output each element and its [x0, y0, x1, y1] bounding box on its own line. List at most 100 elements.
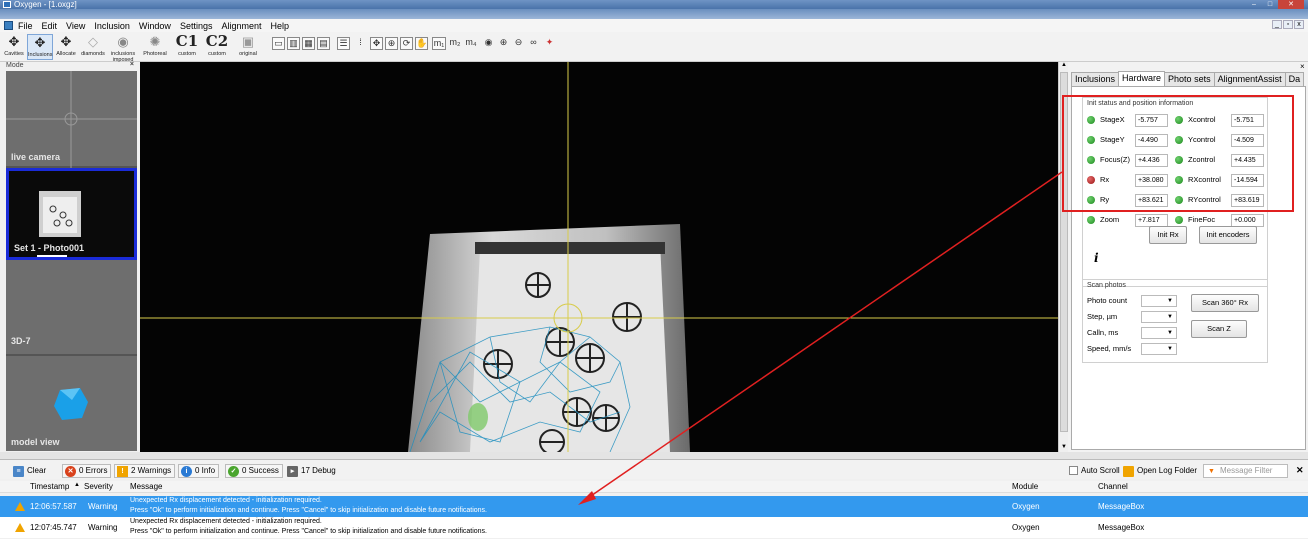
mode-item-photo[interactable]: Set 1 - Photo001: [6, 168, 137, 260]
view-list-icon[interactable]: ☰: [337, 37, 350, 50]
photo-count-select[interactable]: ▼: [1141, 295, 1177, 307]
calln-select[interactable]: ▼: [1141, 327, 1177, 339]
init-rx-button[interactable]: Init Rx: [1149, 226, 1187, 244]
menu-edit[interactable]: Edit: [42, 21, 58, 31]
scan-360-rx-button[interactable]: Scan 360° Rx: [1191, 294, 1259, 312]
scroll-down-icon[interactable]: ▼: [1060, 444, 1068, 452]
warnings-filter-button[interactable]: ! 2 Warnings: [114, 464, 176, 478]
errors-label: 0 Errors: [79, 466, 108, 475]
sort-icon: ▲: [74, 482, 80, 488]
step-select[interactable]: ▼: [1141, 311, 1177, 323]
c1-button[interactable]: C1 custom: [173, 34, 201, 60]
clear-button[interactable]: ≡ Clear: [10, 464, 50, 478]
right-panel-close-icon[interactable]: ×: [1300, 62, 1305, 71]
photo-count-label: Photo count: [1087, 296, 1128, 305]
close-button[interactable]: ✕: [1278, 0, 1304, 9]
log-channel: MessageBox: [1098, 502, 1145, 511]
window-title: Oxygen - [1.oxgz]: [14, 0, 77, 9]
move-icon[interactable]: ✥: [370, 37, 383, 50]
filter-icon: ▼: [1208, 468, 1215, 475]
success-filter-button[interactable]: ✓ 0 Success: [225, 464, 283, 478]
c2-button[interactable]: C2 custom: [203, 34, 231, 60]
cavities-button[interactable]: ✥ Cavities: [2, 34, 26, 60]
tab-photo-sets[interactable]: Photo sets: [1164, 72, 1215, 86]
menu-inclusion[interactable]: Inclusion: [94, 21, 130, 31]
mode-item-label: model view: [11, 437, 60, 447]
maximize-button[interactable]: □: [1262, 0, 1278, 9]
pin-icon[interactable]: ✦: [543, 37, 556, 50]
open-log-folder-button[interactable]: Open Log Folder: [1120, 464, 1201, 478]
scroll-up-icon[interactable]: ▲: [1060, 62, 1068, 70]
menu-settings[interactable]: Settings: [180, 21, 213, 31]
photoreal-icon: ✺: [149, 34, 161, 49]
marker-m1-icon[interactable]: m₁: [432, 37, 446, 50]
zoom-in-icon[interactable]: ⊕: [497, 37, 510, 50]
info-filter-button[interactable]: i0 Info: [178, 464, 220, 478]
success-icon: ✓: [228, 466, 239, 477]
warning-icon: [15, 523, 25, 532]
checkbox-icon: [1069, 466, 1078, 475]
scan-photos-group: Scan photos Photo count ▼ Step, µm ▼ Cal…: [1082, 279, 1268, 363]
menu-window[interactable]: Window: [139, 21, 171, 31]
mode-item-model-view[interactable]: model view: [6, 356, 137, 451]
eye-icon[interactable]: ◉: [482, 37, 495, 50]
doc-restore-button[interactable]: ▫: [1283, 20, 1293, 29]
col-timestamp[interactable]: Timestamp: [30, 482, 69, 491]
menu-file[interactable]: File: [18, 21, 33, 31]
zoom-out-icon[interactable]: ⊖: [512, 37, 525, 50]
log-row[interactable]: 12:06:57.587 Warning Unexpected Rx displ…: [0, 496, 1308, 517]
allocate-button[interactable]: ✥ Allocate: [54, 34, 78, 60]
menu-help[interactable]: Help: [271, 21, 290, 31]
col-severity[interactable]: Severity: [84, 482, 113, 491]
col-channel[interactable]: Channel: [1098, 482, 1128, 491]
speed-select[interactable]: ▼: [1141, 343, 1177, 355]
allocate-label: Allocate: [56, 51, 76, 57]
tab-hardware[interactable]: Hardware: [1118, 71, 1166, 86]
tab-inclusions[interactable]: Inclusions: [1071, 72, 1120, 86]
col-module[interactable]: Module: [1012, 482, 1038, 491]
success-label: 0 Success: [242, 466, 279, 475]
tab-alignment-assist[interactable]: AlignmentAssist: [1213, 72, 1286, 86]
crosshair-icon[interactable]: ⊕: [385, 37, 398, 50]
c2-sub-label: custom: [208, 51, 226, 57]
debug-label: 17 Debug: [301, 466, 336, 475]
mode-item-live-camera[interactable]: live camera: [6, 71, 137, 168]
glasses-icon[interactable]: ∞: [527, 37, 540, 50]
tab-data[interactable]: Da: [1284, 72, 1305, 86]
control-label: FineFoc: [1188, 215, 1216, 224]
camera-viewport[interactable]: [140, 62, 1058, 452]
rotate-icon[interactable]: ⟳: [400, 37, 413, 50]
auto-scroll-checkbox[interactable]: Auto Scroll: [1066, 464, 1124, 478]
title-bar-lower: [0, 9, 1308, 19]
mode-close-icon[interactable]: ×: [130, 61, 134, 68]
photoreal-button[interactable]: ✺ Photoreal: [140, 34, 170, 60]
marker-m2-icon[interactable]: m₂: [448, 37, 462, 50]
menu-alignment[interactable]: Alignment: [221, 21, 261, 31]
marker-m4-icon[interactable]: m₄: [464, 37, 478, 50]
mode-item-3d[interactable]: 3D-7: [6, 260, 137, 356]
minimize-button[interactable]: –: [1246, 0, 1262, 9]
debug-filter-button[interactable]: ▸ 17 Debug: [284, 464, 340, 478]
doc-close-button[interactable]: x: [1294, 20, 1304, 29]
original-button[interactable]: ▣ original: [234, 34, 262, 60]
inclusions-button[interactable]: ✥ Inclusions: [27, 34, 53, 60]
warning-icon: [15, 502, 25, 511]
inclusions-imposed-button[interactable]: ◉ inclusions imposed: [108, 34, 138, 63]
menu-view[interactable]: View: [66, 21, 85, 31]
view-split-icon[interactable]: ▥: [287, 37, 300, 50]
col-message[interactable]: Message: [130, 482, 162, 491]
pan-icon[interactable]: ✋: [415, 37, 428, 50]
view-quad-icon[interactable]: ▦: [302, 37, 315, 50]
init-encoders-button[interactable]: Init encoders: [1199, 226, 1257, 244]
scan-z-button[interactable]: Scan Z: [1191, 320, 1247, 338]
errors-filter-button[interactable]: ✕ 0 Errors: [62, 464, 112, 478]
message-filter-input[interactable]: ▼ Message Filter: [1203, 464, 1288, 478]
log-row[interactable]: 12:07:45.747 Warning Unexpected Rx displ…: [0, 517, 1308, 538]
diamonds-button[interactable]: ◇ diamonds: [79, 34, 107, 60]
view-single-icon[interactable]: ▭: [272, 37, 285, 50]
filter-clear-icon[interactable]: ✕: [1296, 465, 1304, 476]
mode-item-label: live camera: [11, 152, 61, 162]
view-grid-icon[interactable]: ▤: [317, 37, 330, 50]
doc-minimize-button[interactable]: _: [1272, 20, 1282, 29]
calln-label: Calln, ms: [1087, 328, 1119, 337]
